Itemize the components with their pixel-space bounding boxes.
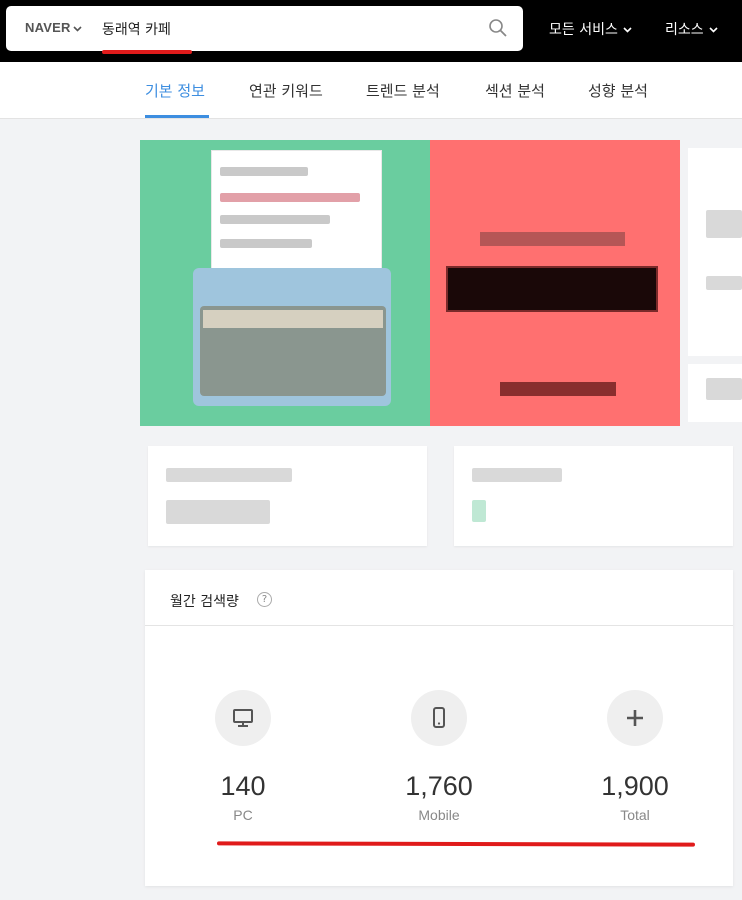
- metric-label-pc: PC: [233, 807, 253, 823]
- volume-highlight-underline: [216, 841, 696, 847]
- tab-section-analysis[interactable]: 섹션 분석: [485, 80, 545, 101]
- help-icon[interactable]: ?: [257, 592, 272, 607]
- tab-basic-info[interactable]: 기본 정보: [145, 80, 205, 101]
- card-divider: [145, 625, 733, 626]
- metric-label-mobile: Mobile: [418, 807, 460, 823]
- monitor-icon: [215, 690, 271, 746]
- search-box[interactable]: NAVER 동래역 카페: [6, 6, 523, 54]
- resources-menu[interactable]: 리소스: [665, 19, 718, 39]
- hero-title-bar: [446, 266, 658, 312]
- typewriter-slot: [203, 310, 383, 328]
- tab-navigation: 기본 정보 연관 키워드 트렌드 분석 섹션 분석 성향 분석: [0, 62, 742, 119]
- search-icon[interactable]: [488, 18, 508, 38]
- resources-label: 리소스: [665, 22, 704, 38]
- hero-headline-blur: [480, 232, 625, 246]
- query-highlight-underline: [102, 50, 192, 54]
- tab-tendency-analysis[interactable]: 성향 분석: [588, 80, 648, 101]
- side-card-top[interactable]: [688, 148, 742, 356]
- side-card-bottom[interactable]: [688, 364, 742, 422]
- metric-value-mobile: 1,760: [405, 771, 473, 801]
- active-tab-indicator: [145, 115, 209, 118]
- tab-trend-analysis[interactable]: 트렌드 분석: [366, 80, 440, 101]
- monthly-search-volume-title: 월간 검색량: [170, 594, 239, 610]
- search-input[interactable]: 동래역 카페: [102, 19, 171, 39]
- monthly-search-volume-card: 월간 검색량 ? 140 PC 1,760 Mobile 1,900 Total: [145, 570, 733, 886]
- brand-selector[interactable]: NAVER: [25, 20, 71, 35]
- metric-pc: 140 PC: [193, 690, 293, 823]
- metric-mobile: 1,760 Mobile: [389, 690, 489, 823]
- metric-value-total: 1,900: [601, 771, 669, 801]
- metric-value-pc: 140: [220, 771, 266, 801]
- chevron-down-icon: [623, 27, 632, 33]
- top-bar: NAVER 동래역 카페 모든 서비스 리소스: [0, 0, 742, 62]
- hero-footer-blur: [500, 382, 616, 396]
- smartphone-icon: [411, 690, 467, 746]
- typewriter-paper-illustration: [211, 150, 382, 270]
- info-card-left: [148, 446, 427, 546]
- chevron-down-icon: [709, 27, 718, 33]
- info-card-right: [454, 446, 733, 546]
- all-services-menu[interactable]: 모든 서비스: [549, 19, 632, 39]
- all-services-label: 모든 서비스: [549, 22, 618, 38]
- tab-related-keywords[interactable]: 연관 키워드: [249, 80, 323, 101]
- metric-total: 1,900 Total: [585, 690, 685, 823]
- plus-icon: [607, 690, 663, 746]
- chevron-down-icon[interactable]: [73, 26, 82, 32]
- metric-label-total: Total: [620, 807, 650, 823]
